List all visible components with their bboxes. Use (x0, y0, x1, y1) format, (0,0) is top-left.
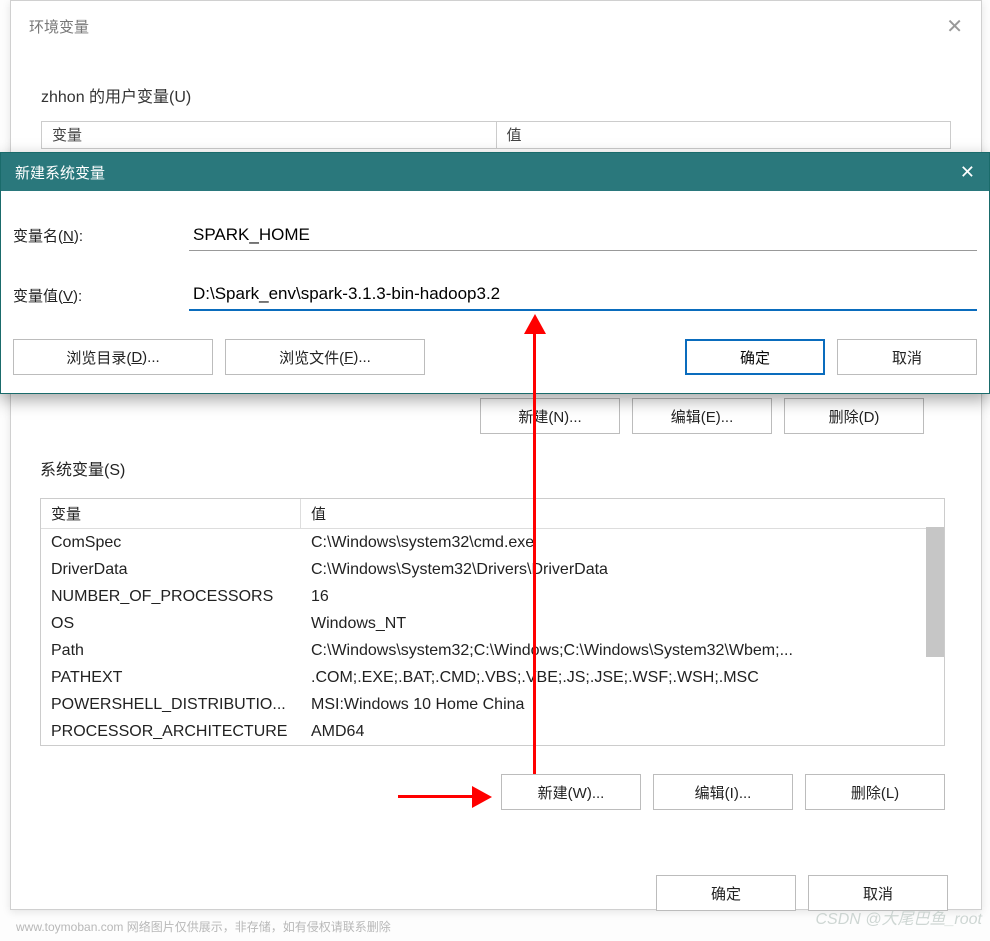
cell-value: C:\Windows\system32\cmd.exe (301, 532, 944, 554)
arrow-right-icon (472, 786, 492, 808)
footer-note: www.toymoban.com 网络图片仅供展示，非存储，如有侵权请联系删除 (16, 918, 391, 935)
cell-variable: ComSpec (41, 532, 301, 554)
table-row[interactable]: DriverDataC:\Windows\System32\Drivers\Dr… (41, 556, 944, 583)
user-vars-button-row: 新建(N)... 编辑(E)... 删除(D) (480, 398, 924, 434)
user-vars-delete-button[interactable]: 删除(D) (784, 398, 924, 434)
close-icon[interactable]: ✕ (960, 162, 975, 183)
variable-name-input[interactable] (189, 219, 977, 251)
new-system-variable-dialog: 新建系统变量 ✕ 变量名(N): 变量值(V): 浏览目录(D)... 浏览文件… (0, 152, 990, 394)
cell-variable: Path (41, 640, 301, 662)
header-value: 值 (301, 499, 944, 528)
close-icon[interactable]: ✕ (946, 14, 963, 39)
table-row[interactable]: ComSpecC:\Windows\system32\cmd.exe (41, 529, 944, 556)
ok-button[interactable]: 确定 (685, 339, 825, 375)
cell-variable: NUMBER_OF_PROCESSORS (41, 586, 301, 608)
cell-variable: DriverData (41, 559, 301, 581)
dialog-title: 环境变量 (29, 16, 89, 37)
cell-value: MSI:Windows 10 Home China (301, 694, 944, 716)
variable-value-input[interactable] (189, 279, 977, 311)
table-row[interactable]: POWERSHELL_DISTRIBUTIO...MSI:Windows 10 … (41, 691, 944, 718)
table-row[interactable]: PROCESSOR_ARCHITECTUREAMD64 (41, 718, 944, 745)
browse-file-button[interactable]: 浏览文件(F)... (225, 339, 425, 375)
table-header-row: 变量 值 (41, 499, 944, 529)
annotation-arrow-horizontal (398, 795, 476, 798)
annotation-arrow-vertical (533, 322, 536, 774)
arrow-up-icon (524, 314, 546, 334)
system-vars-edit-button[interactable]: 编辑(I)... (653, 774, 793, 810)
user-vars-header-value: 值 (497, 122, 951, 148)
table-row[interactable]: PathC:\Windows\system32;C:\Windows;C:\Wi… (41, 637, 944, 664)
dialog-titlebar: 环境变量 ✕ (11, 1, 981, 51)
user-vars-edit-button[interactable]: 编辑(E)... (632, 398, 772, 434)
user-vars-table[interactable]: 变量 值 (41, 121, 951, 149)
scrollbar-thumb[interactable] (926, 527, 944, 657)
cell-value: C:\Windows\system32;C:\Windows;C:\Window… (301, 640, 944, 662)
cancel-button[interactable]: 取消 (837, 339, 977, 375)
cell-variable: PROCESSOR_ARCHITECTURE (41, 721, 301, 743)
header-variable: 变量 (41, 499, 301, 528)
new-sysvar-title: 新建系统变量 (15, 162, 105, 183)
cell-variable: OS (41, 613, 301, 635)
system-vars-heading: 系统变量(S) (40, 456, 945, 480)
cell-variable: PATHEXT (41, 667, 301, 689)
cell-value: .COM;.EXE;.BAT;.CMD;.VBS;.VBE;.JS;.JSE;.… (301, 667, 944, 689)
system-vars-delete-button[interactable]: 删除(L) (805, 774, 945, 810)
cell-value: AMD64 (301, 721, 944, 743)
table-row[interactable]: PATHEXT.COM;.EXE;.BAT;.CMD;.VBS;.VBE;.JS… (41, 664, 944, 691)
user-vars-header-variable: 变量 (42, 122, 496, 148)
watermark: CSDN @大尾巴鱼_root (816, 905, 983, 929)
dialog-ok-button[interactable]: 确定 (656, 875, 796, 911)
table-row[interactable]: NUMBER_OF_PROCESSORS16 (41, 583, 944, 610)
variable-value-label: 变量值(V): (13, 285, 143, 306)
user-vars-heading: zhhon 的用户变量(U) (41, 83, 951, 107)
variable-name-label: 变量名(N): (13, 225, 143, 246)
system-vars-new-button[interactable]: 新建(W)... (501, 774, 641, 810)
system-vars-button-row: 新建(W)... 编辑(I)... 删除(L) (40, 774, 945, 810)
user-vars-new-button[interactable]: 新建(N)... (480, 398, 620, 434)
cell-value: Windows_NT (301, 613, 944, 635)
cell-variable: POWERSHELL_DISTRIBUTIO... (41, 694, 301, 716)
cell-value: 16 (301, 586, 944, 608)
table-row[interactable]: OSWindows_NT (41, 610, 944, 637)
system-vars-table[interactable]: 变量 值 ComSpecC:\Windows\system32\cmd.exeD… (40, 498, 945, 746)
browse-directory-button[interactable]: 浏览目录(D)... (13, 339, 213, 375)
system-vars-section: 系统变量(S) 变量 值 ComSpecC:\Windows\system32\… (40, 456, 945, 810)
cell-value: C:\Windows\System32\Drivers\DriverData (301, 559, 944, 581)
new-sysvar-titlebar: 新建系统变量 ✕ (1, 153, 989, 191)
